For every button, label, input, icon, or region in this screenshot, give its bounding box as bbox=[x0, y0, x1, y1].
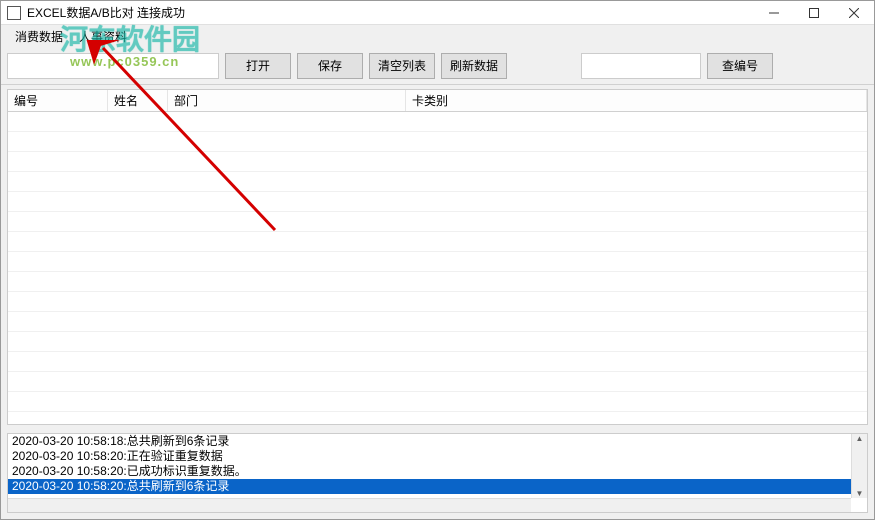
menu-personnel-data[interactable]: 人事资料 bbox=[71, 26, 135, 47]
titlebar: EXCEL数据A/B比对 连接成功 bbox=[1, 1, 874, 25]
table-row bbox=[8, 332, 867, 352]
minimize-button[interactable] bbox=[754, 1, 794, 24]
app-icon bbox=[7, 6, 21, 20]
column-name[interactable]: 姓名 bbox=[108, 90, 168, 111]
column-id[interactable]: 编号 bbox=[8, 90, 108, 111]
window-title: EXCEL数据A/B比对 连接成功 bbox=[27, 4, 754, 21]
grid-body[interactable] bbox=[8, 112, 867, 424]
table-row bbox=[8, 192, 867, 212]
table-row bbox=[8, 272, 867, 292]
log-line[interactable]: 2020-03-20 10:58:18:总共刷新到6条记录 bbox=[8, 434, 867, 449]
table-row bbox=[8, 132, 867, 152]
log-scrollbar-vertical[interactable]: ▲ ▼ bbox=[851, 434, 867, 498]
data-grid: 编号 姓名 部门 卡类别 bbox=[7, 89, 868, 425]
refresh-data-button[interactable]: 刷新数据 bbox=[441, 53, 507, 79]
app-window: EXCEL数据A/B比对 连接成功 消费数据 人事资料 打开 保存 清空列表 刷… bbox=[0, 0, 875, 520]
close-button[interactable] bbox=[834, 1, 874, 24]
search-id-button[interactable]: 查编号 bbox=[707, 53, 773, 79]
log-line[interactable]: 2020-03-20 10:58:20:正在验证重复数据 bbox=[8, 449, 867, 464]
column-dept[interactable]: 部门 bbox=[168, 90, 406, 111]
search-input[interactable] bbox=[581, 53, 701, 79]
table-row bbox=[8, 412, 867, 424]
table-row bbox=[8, 352, 867, 372]
save-button[interactable]: 保存 bbox=[297, 53, 363, 79]
table-row bbox=[8, 292, 867, 312]
open-button[interactable]: 打开 bbox=[225, 53, 291, 79]
table-row bbox=[8, 212, 867, 232]
log-panel: 2020-03-20 10:58:18:总共刷新到6条记录 2020-03-20… bbox=[7, 433, 868, 513]
table-row bbox=[8, 172, 867, 192]
table-row bbox=[8, 312, 867, 332]
log-scrollbar-horizontal[interactable] bbox=[8, 498, 851, 512]
table-row bbox=[8, 252, 867, 272]
log-line[interactable]: 2020-03-20 10:58:20:已成功标识重复数据。 bbox=[8, 464, 867, 479]
grid-header: 编号 姓名 部门 卡类别 bbox=[8, 90, 867, 112]
scroll-down-icon: ▼ bbox=[856, 489, 864, 498]
table-row bbox=[8, 372, 867, 392]
toolbar-blank-box bbox=[7, 53, 219, 79]
maximize-button[interactable] bbox=[794, 1, 834, 24]
menu-consumption-data[interactable]: 消费数据 bbox=[7, 26, 71, 47]
table-row bbox=[8, 392, 867, 412]
menubar: 消费数据 人事资料 bbox=[1, 25, 874, 47]
table-row bbox=[8, 232, 867, 252]
scroll-up-icon: ▲ bbox=[856, 434, 864, 443]
table-row bbox=[8, 112, 867, 132]
column-cardtype[interactable]: 卡类别 bbox=[406, 90, 867, 111]
window-buttons bbox=[754, 1, 874, 24]
clear-list-button[interactable]: 清空列表 bbox=[369, 53, 435, 79]
toolbar: 打开 保存 清空列表 刷新数据 查编号 bbox=[1, 47, 874, 85]
log-line-selected[interactable]: 2020-03-20 10:58:20:总共刷新到6条记录 bbox=[8, 479, 867, 494]
table-row bbox=[8, 152, 867, 172]
